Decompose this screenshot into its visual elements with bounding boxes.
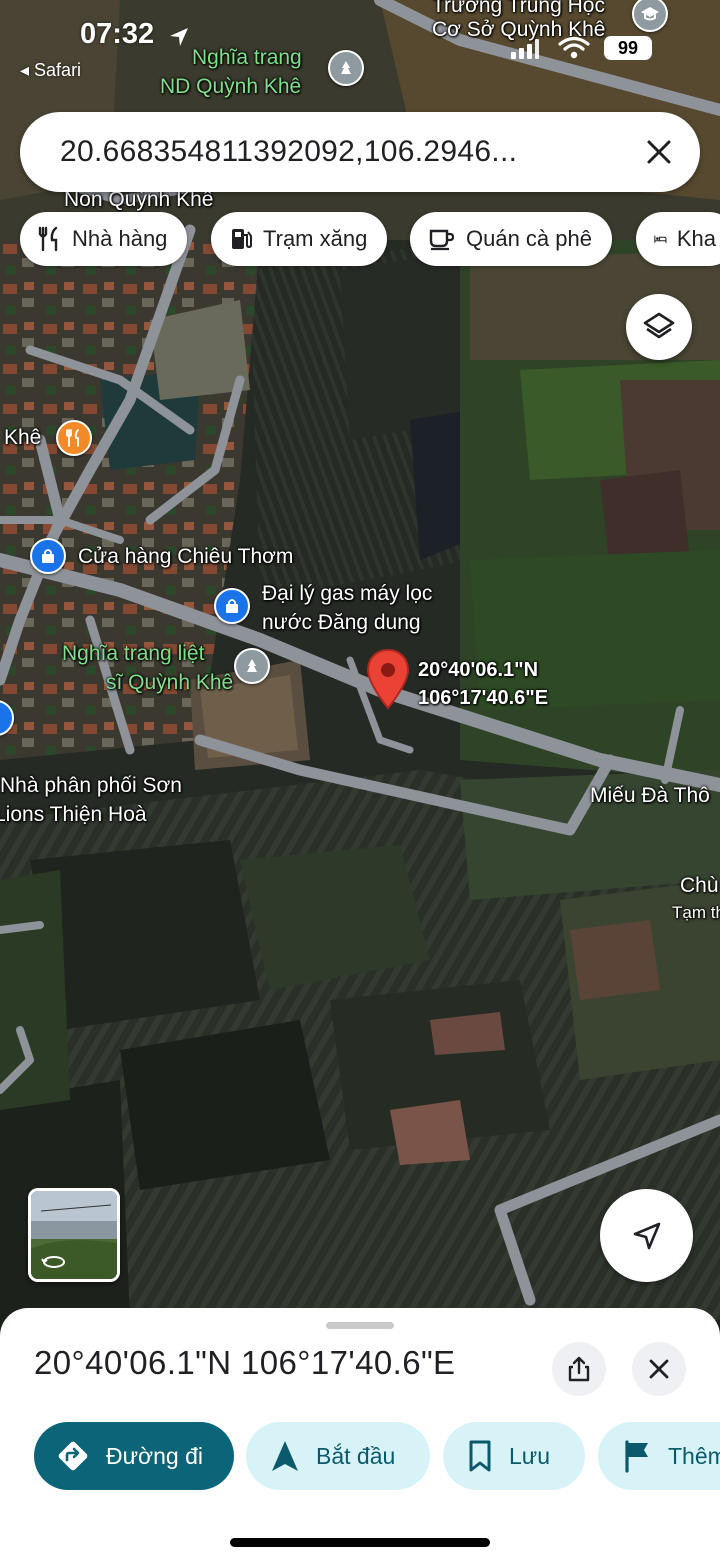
gas-shop-label-line1: Đại lý gas máy lọc (262, 582, 433, 605)
battery-indicator: 99 (604, 36, 652, 60)
navigation-icon (272, 1441, 298, 1471)
chip-hotels[interactable]: Kha (636, 212, 720, 266)
search-query[interactable]: 20.668354811392092,106.2946... (60, 135, 517, 169)
home-indicator[interactable] (230, 1538, 490, 1547)
pin-coord-label-line1: 20°40'06.1"N (418, 659, 539, 681)
my-location-button[interactable] (600, 1189, 693, 1282)
chip-restaurants[interactable]: Nhà hàng (20, 212, 188, 266)
chip-label: Kha (676, 226, 716, 251)
chip-label: Quán cà phê (466, 226, 592, 251)
shop-chieu-thom-label: Cửa hàng Chiêu Thơm (78, 545, 294, 568)
sheet-drag-handle[interactable] (326, 1322, 394, 1329)
chip-coffee[interactable]: Quán cà phê (410, 212, 612, 266)
directions-button[interactable]: Đường đi (34, 1422, 234, 1490)
cemetery-label-line1: Nghĩa trang (192, 46, 302, 69)
mieu-da-tho-label: Miếu Đà Thô (590, 784, 710, 807)
coffee-cup-icon (429, 229, 455, 251)
share-button[interactable] (552, 1342, 606, 1396)
navigation-arrow-icon (633, 1222, 660, 1249)
chip-label: Nhà hàng (72, 226, 168, 251)
search-bar[interactable]: 20.668354811392092,106.2946... (20, 112, 700, 192)
chua-label: Chù (680, 874, 719, 897)
more-button[interactable]: Thêm (598, 1422, 720, 1490)
martyr-cemetery-label-line1: Nghĩa trang liệt (62, 642, 205, 665)
paint-distributor-label-line2: Lions Thiện Hoà (0, 803, 147, 826)
close-icon[interactable] (646, 139, 672, 165)
cemetery-poi-icon[interactable] (328, 50, 364, 86)
dropped-pin-icon[interactable] (364, 648, 412, 712)
location-arrow-icon (170, 28, 188, 46)
place-bottom-sheet[interactable]: 20°40'06.1"N 106°17'40.6"E Đường đi Bắt … (0, 1308, 720, 1560)
shop-poi-icon[interactable] (30, 538, 66, 574)
back-to-safari[interactable]: ◂ Safari (20, 60, 81, 81)
restaurant-poi-icon[interactable] (56, 420, 92, 456)
save-button[interactable]: Lưu (443, 1422, 585, 1490)
save-label: Lưu (509, 1442, 550, 1469)
khe-label: Khê (4, 426, 42, 449)
chip-label: Trạm xăng (263, 226, 368, 251)
pin-coord-label-line2: 106°17'40.6"E (418, 687, 549, 709)
more-label: Thêm (668, 1442, 720, 1469)
gas-shop-poi-icon[interactable] (214, 588, 250, 624)
paint-distributor-label-line1: Nhà phân phối Sơn (0, 774, 182, 797)
fork-knife-icon (38, 226, 58, 252)
layers-button[interactable] (626, 294, 692, 360)
martyr-cemetery-label-line2: sĩ Quỳnh Khê (106, 671, 234, 694)
directions-label: Đường đi (106, 1442, 203, 1469)
screen: Trường Trung Học Cơ Sở Quỳnh Khê Nghĩa t… (0, 0, 720, 1560)
wifi-icon (558, 36, 590, 59)
gas-pump-icon (232, 229, 252, 249)
start-button[interactable]: Bắt đầu (246, 1422, 430, 1490)
share-icon (568, 1356, 590, 1382)
cellular-signal-icon (511, 39, 539, 59)
martyr-cemetery-poi-icon[interactable] (234, 648, 270, 684)
place-title: 20°40'06.1"N 106°17'40.6"E (34, 1344, 456, 1381)
directions-icon (58, 1441, 88, 1471)
status-time: 07:32 (80, 18, 155, 50)
tam-label: Tạm th (672, 903, 720, 922)
street-view-thumbnail[interactable] (28, 1188, 120, 1282)
cemetery-label-line2: ND Quỳnh Khê (160, 75, 302, 98)
start-label: Bắt đầu (316, 1442, 396, 1469)
battery-level: 99 (617, 37, 639, 58)
layers-icon (643, 312, 675, 339)
bed-icon (654, 235, 667, 243)
close-sheet-button[interactable] (632, 1342, 686, 1396)
chip-gas-stations[interactable]: Trạm xăng (211, 212, 388, 266)
gas-shop-label-line2: nước Đăng dung (262, 611, 421, 634)
bookmark-icon (469, 1440, 491, 1472)
close-icon (649, 1359, 669, 1379)
flag-icon (625, 1440, 648, 1473)
rotate-360-icon (41, 1256, 65, 1268)
